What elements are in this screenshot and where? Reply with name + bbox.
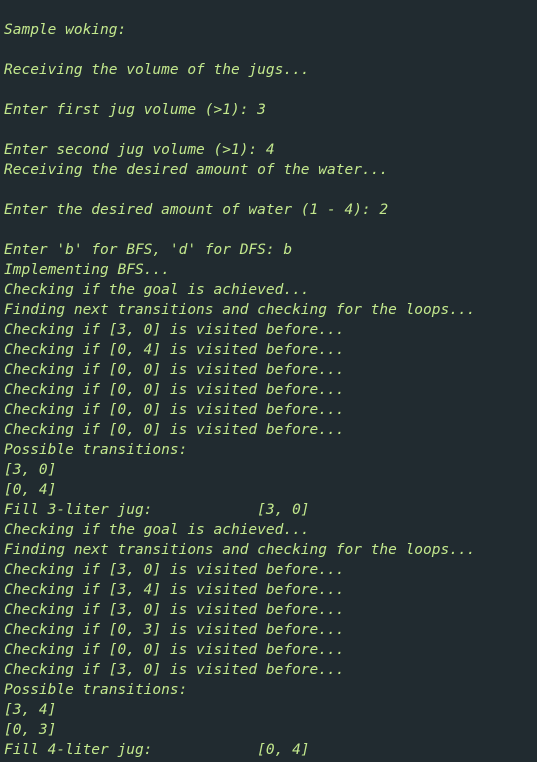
code-line: [3, 4] <box>4 702 57 718</box>
code-line: Finding next transitions and checking fo… <box>4 542 476 558</box>
code-line: Checking if [0, 0] is visited before... <box>4 402 345 418</box>
code-line: [0, 4] <box>4 482 57 498</box>
code-line: [3, 0] <box>4 462 57 478</box>
code-line: Checking if [0, 0] is visited before... <box>4 382 345 398</box>
code-line: Checking if [0, 4] is visited before... <box>4 342 345 358</box>
code-line: Possible transitions: <box>4 682 188 698</box>
code-line: [0, 3] <box>4 722 57 738</box>
code-line: Checking if the goal is achieved... <box>4 522 310 538</box>
code-line: Fill 3-liter jug: [3, 0] <box>4 502 310 518</box>
code-line: Enter first jug volume (>1): 3 <box>4 102 266 118</box>
code-line: Finding next transitions and checking fo… <box>4 302 476 318</box>
code-line: Checking if [0, 0] is visited before... <box>4 362 345 378</box>
docstring-quote-mark: ''' <box>4 0 31 9</box>
code-line: Sample woking: <box>4 22 127 38</box>
code-line: Checking if [0, 3] is visited before... <box>4 622 345 638</box>
code-line: Checking if [3, 0] is visited before... <box>4 662 345 678</box>
code-line: Checking if the goal is achieved... <box>4 282 310 298</box>
code-line: Checking if [0, 0] is visited before... <box>4 642 345 658</box>
docstring-content: Sample woking: Receiving the volume of t… <box>4 0 537 760</box>
code-line: Checking if [3, 0] is visited before... <box>4 602 345 618</box>
code-editor[interactable]: ''' Sample woking: Receiving the volume … <box>0 0 537 762</box>
code-line: Receiving the desired amount of the wate… <box>4 162 389 178</box>
code-line: Implementing BFS... <box>4 262 170 278</box>
code-line: Enter the desired amount of water (1 - 4… <box>4 202 389 218</box>
code-line: Enter second jug volume (>1): 4 <box>4 142 275 158</box>
code-line: Checking if [3, 0] is visited before... <box>4 322 345 338</box>
code-line: Fill 4-liter jug: [0, 4] <box>4 742 310 758</box>
code-line: Checking if [3, 0] is visited before... <box>4 562 345 578</box>
code-line: Enter 'b' for BFS, 'd' for DFS: b <box>4 242 293 258</box>
code-line: Checking if [0, 0] is visited before... <box>4 422 345 438</box>
code-line: Checking if [3, 4] is visited before... <box>4 582 345 598</box>
code-line: Receiving the volume of the jugs... <box>4 62 310 78</box>
code-line: Possible transitions: <box>4 442 188 458</box>
